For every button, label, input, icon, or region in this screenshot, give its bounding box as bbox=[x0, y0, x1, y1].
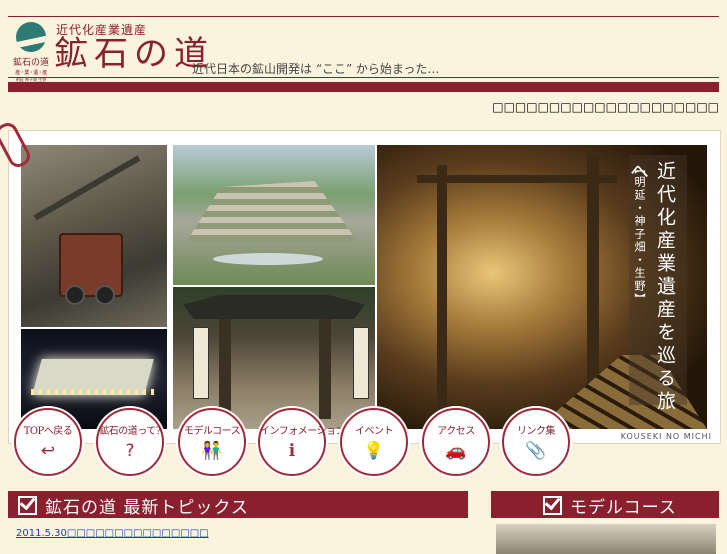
return-arrow-icon: ↩ bbox=[40, 441, 56, 461]
rail-decor bbox=[33, 155, 141, 221]
nav-information-button[interactable]: インフォメーション ℹ bbox=[258, 408, 346, 476]
logo-text: 鉱石の道 bbox=[12, 58, 49, 68]
nav-label: インフォメーション bbox=[260, 426, 346, 437]
nav-about-button[interactable]: 鉱石の道って? ? bbox=[96, 408, 164, 476]
gate-post bbox=[319, 319, 331, 419]
nav-label: アクセス bbox=[437, 426, 475, 437]
nav-label: 鉱石の道って? bbox=[99, 426, 161, 437]
gate-post bbox=[219, 319, 231, 419]
logo-subtext: 産・業・遺・産 bbox=[15, 70, 47, 76]
model-title-wrap: モデルコース bbox=[543, 493, 677, 518]
sign-board bbox=[353, 327, 369, 399]
gate-roof-shape bbox=[183, 295, 365, 319]
site-logo[interactable]: 鉱石の道 産・業・遺・産 明延 神子畑 生野 bbox=[12, 22, 50, 83]
topic-link[interactable]: 2011.5.30□□□□□□□□□□□□□□□ bbox=[16, 528, 209, 539]
model-course-title: モデルコース bbox=[570, 498, 677, 518]
photo-terraced-ruins bbox=[173, 145, 375, 285]
marquee-text: □□□□□□□□□□□□□□□□□□□□ bbox=[492, 100, 719, 114]
factory-lights bbox=[31, 389, 157, 395]
hero-banner: 【明延・神子畑・生野】 近代化産業遺産を巡る旅へ KOUSEKI NO MICH… bbox=[8, 130, 721, 444]
info-icon: ℹ bbox=[288, 441, 296, 461]
checkbox-icon bbox=[543, 496, 562, 515]
car-icon: 🚗 bbox=[445, 441, 467, 461]
hero-footer-tag: KOUSEKI NO MICHI bbox=[620, 432, 712, 441]
people-icon: 👫 bbox=[201, 441, 223, 461]
nav-label: モデルコース bbox=[183, 426, 241, 437]
nav-label: イベント bbox=[355, 426, 394, 437]
locomotive-shape bbox=[59, 233, 123, 305]
topics-title-wrap: 鉱石の道 最新トピックス bbox=[18, 493, 249, 518]
pond-shape bbox=[213, 253, 323, 265]
nav-access-button[interactable]: アクセス 🚗 bbox=[422, 408, 490, 476]
wheel-shape bbox=[65, 285, 85, 305]
lightbulb-icon: 💡 bbox=[363, 441, 385, 461]
site-tagline: 近代日本の鉱山開発は “ここ” から始まった… bbox=[192, 62, 440, 76]
checkbox-icon bbox=[18, 496, 37, 515]
nav-links-button[interactable]: リンク集 📎 bbox=[502, 408, 570, 476]
nav-label: リンク集 bbox=[517, 426, 556, 437]
beam-shape bbox=[437, 165, 447, 415]
paperclip-icon: 📎 bbox=[525, 441, 547, 461]
beam-shape bbox=[417, 175, 617, 183]
topics-title: 鉱石の道 最新トピックス bbox=[45, 498, 249, 518]
header-band bbox=[8, 82, 719, 92]
nav-model-course-button[interactable]: モデルコース 👫 bbox=[178, 408, 246, 476]
logo-mark-icon bbox=[16, 22, 46, 52]
topics-header: 鉱石の道 最新トピックス bbox=[8, 491, 468, 518]
photo-mine-tunnel: 【明延・神子畑・生野】 近代化産業遺産を巡る旅へ bbox=[377, 145, 707, 429]
header-rule bbox=[8, 77, 719, 78]
question-icon: ? bbox=[125, 441, 135, 461]
wheel-shape bbox=[95, 285, 115, 305]
photo-mine-gate bbox=[173, 287, 375, 429]
nav-label: TOPへ戻る bbox=[23, 426, 73, 437]
photo-locomotive bbox=[21, 145, 167, 327]
nav-event-button[interactable]: イベント 💡 bbox=[340, 408, 408, 476]
model-course-header: モデルコース bbox=[491, 491, 719, 518]
site-title[interactable]: 鉱石の道 bbox=[54, 34, 214, 74]
sign-board bbox=[193, 327, 209, 399]
header-top-rule bbox=[8, 16, 719, 17]
model-course-image[interactable] bbox=[496, 524, 716, 554]
nav-top-button[interactable]: TOPへ戻る ↩ bbox=[14, 408, 82, 476]
terraces-shape bbox=[187, 181, 357, 241]
hero-headline: 近代化産業遺産を巡る旅へ bbox=[627, 161, 676, 414]
